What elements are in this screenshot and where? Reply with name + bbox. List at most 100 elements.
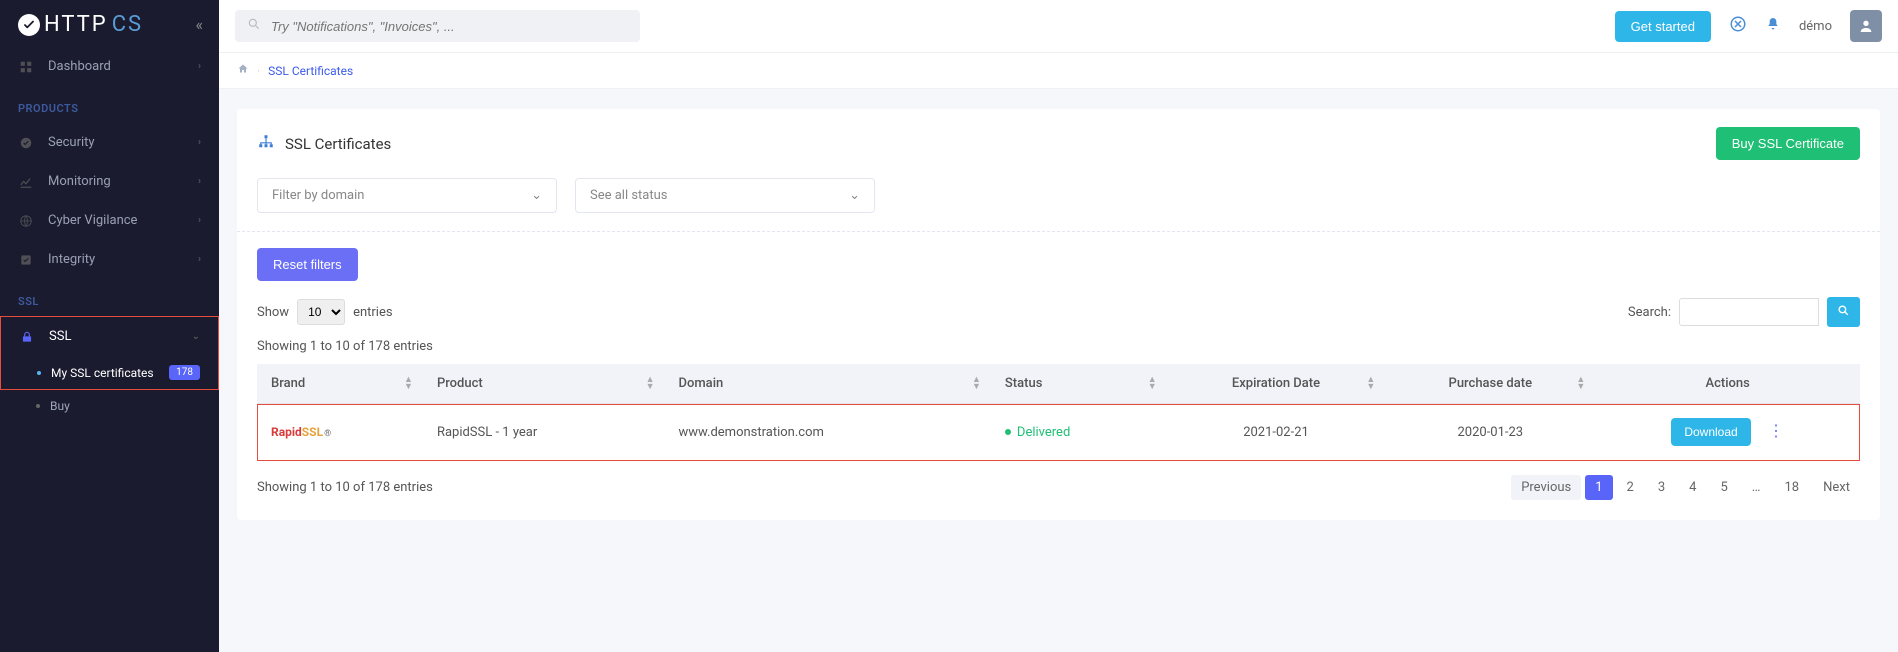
chevron-right-icon: › [198, 254, 201, 265]
count-badge: 178 [169, 365, 200, 380]
sort-icon: ▲▼ [404, 377, 413, 391]
user-label: démo [1799, 19, 1832, 34]
cell-status: Delivered [991, 404, 1167, 461]
sort-icon: ▲▼ [1576, 377, 1585, 391]
bullet-icon [37, 371, 41, 375]
sort-icon: ▲▼ [646, 377, 655, 391]
entries-label: entries [353, 305, 393, 320]
ssl-panel: SSL Certificates Buy SSL Certificate Fil… [237, 109, 1880, 520]
page-prev[interactable]: Previous [1511, 475, 1581, 500]
cell-brand: RapidSSL® [257, 404, 423, 461]
cell-product: RapidSSL - 1 year [423, 404, 665, 461]
page-3[interactable]: 3 [1648, 475, 1675, 500]
check-icon [18, 14, 40, 36]
sort-icon: ▲▼ [1366, 377, 1375, 391]
bell-icon[interactable] [1765, 16, 1781, 36]
chevron-down-icon: ⌄ [849, 188, 860, 203]
filter-status-select[interactable]: See all status ⌄ [575, 178, 875, 213]
ssl-highlight-box: SSL ⌄ My SSL certificates 178 [0, 316, 219, 390]
select-label: See all status [590, 188, 668, 203]
nav-label: Security [48, 135, 95, 150]
sub-label: My SSL certificates [51, 366, 154, 380]
more-actions-icon[interactable]: ⋮ [1768, 421, 1784, 440]
nav-dashboard[interactable]: Dashboard › [0, 47, 219, 86]
col-domain[interactable]: Domain▲▼ [665, 364, 991, 404]
col-expiration[interactable]: Expiration Date▲▼ [1167, 364, 1386, 404]
table-row: RapidSSL® RapidSSL - 1 year www.demonstr… [257, 404, 1860, 461]
logo-row: HTTPCS « [0, 0, 219, 47]
search-input[interactable] [271, 19, 628, 34]
bullet-icon [36, 404, 40, 408]
topbar: Get started démo [219, 0, 1898, 52]
col-purchase[interactable]: Purchase date▲▼ [1385, 364, 1595, 404]
nav-integrity[interactable]: Integrity › [0, 240, 219, 279]
filter-domain-select[interactable]: Filter by domain ⌄ [257, 178, 557, 213]
download-button[interactable]: Download [1671, 418, 1750, 446]
nav-ssl[interactable]: SSL ⌄ [1, 317, 218, 356]
sort-icon: ▲▼ [972, 377, 981, 391]
status-badge: Delivered [1005, 425, 1070, 440]
chart-icon [18, 175, 34, 189]
main: Get started démo · SSL Certificates [219, 0, 1898, 652]
collapse-icon[interactable]: « [195, 15, 203, 34]
page-last[interactable]: 18 [1775, 475, 1810, 500]
table-search-input[interactable] [1679, 298, 1819, 326]
page-5[interactable]: 5 [1710, 475, 1737, 500]
cell-actions: Download ⋮ [1595, 404, 1860, 461]
breadcrumb-sep: · [257, 64, 260, 78]
checkbox-icon [18, 253, 34, 267]
page-size-select[interactable]: 10 [297, 299, 345, 325]
section-products: PRODUCTS [0, 86, 219, 123]
global-search[interactable] [235, 10, 640, 42]
breadcrumb: · SSL Certificates [219, 52, 1898, 89]
nav-label: Cyber Vigilance [48, 213, 137, 228]
sitemap-icon [257, 133, 275, 155]
reset-filters-button[interactable]: Reset filters [257, 248, 358, 281]
avatar-button[interactable] [1850, 10, 1882, 42]
grid-icon [18, 60, 34, 74]
nav-label: Monitoring [48, 174, 111, 189]
rapidssl-logo: RapidSSL® [271, 425, 331, 439]
nav-cyber-vigilance[interactable]: Cyber Vigilance › [0, 201, 219, 240]
sidebar: HTTPCS « Dashboard › PRODUCTS Security ›… [0, 0, 219, 652]
cell-expiration: 2021-02-21 [1167, 404, 1386, 461]
sort-icon: ▲▼ [1148, 377, 1157, 391]
home-icon[interactable] [237, 63, 249, 78]
chevron-right-icon: › [198, 176, 201, 187]
col-product[interactable]: Product▲▼ [423, 364, 665, 404]
section-ssl: SSL [0, 279, 219, 316]
show-label: Show [257, 305, 289, 320]
table-search-button[interactable] [1827, 297, 1860, 327]
shield-check-icon [18, 136, 34, 150]
breadcrumb-current[interactable]: SSL Certificates [268, 64, 353, 78]
col-brand[interactable]: Brand▲▼ [257, 364, 423, 404]
page-4[interactable]: 4 [1679, 475, 1706, 500]
help-icon[interactable] [1729, 15, 1747, 37]
select-label: Filter by domain [272, 188, 364, 203]
col-status[interactable]: Status▲▼ [991, 364, 1167, 404]
page-1[interactable]: 1 [1585, 475, 1612, 500]
page-ellipsis: … [1742, 475, 1771, 500]
page-next[interactable]: Next [1813, 475, 1860, 500]
pagination: Previous 1 2 3 4 5 … 18 Next [1511, 475, 1860, 500]
search-label: Search: [1628, 305, 1671, 320]
nav-security[interactable]: Security › [0, 123, 219, 162]
chevron-right-icon: › [198, 215, 201, 226]
ssl-table: Brand▲▼ Product▲▼ Domain▲▼ Status▲▼ Expi… [257, 364, 1860, 461]
brand-logo[interactable]: HTTPCS [18, 12, 143, 37]
globe-icon [18, 214, 34, 228]
sub-label: Buy [50, 399, 70, 413]
footer-summary: Showing 1 to 10 of 178 entries [257, 480, 433, 495]
chevron-down-icon: ⌄ [531, 188, 542, 203]
chevron-down-icon: ⌄ [192, 331, 200, 342]
nav-monitoring[interactable]: Monitoring › [0, 162, 219, 201]
sidebar-item-buy[interactable]: Buy [0, 390, 219, 422]
get-started-button[interactable]: Get started [1615, 11, 1711, 42]
nav-label: Integrity [48, 252, 95, 267]
col-actions: Actions [1595, 364, 1860, 404]
search-icon [247, 17, 261, 35]
sidebar-item-my-ssl[interactable]: My SSL certificates 178 [1, 356, 218, 389]
buy-ssl-button[interactable]: Buy SSL Certificate [1716, 127, 1860, 160]
page-title: SSL Certificates [285, 135, 391, 153]
page-2[interactable]: 2 [1617, 475, 1644, 500]
